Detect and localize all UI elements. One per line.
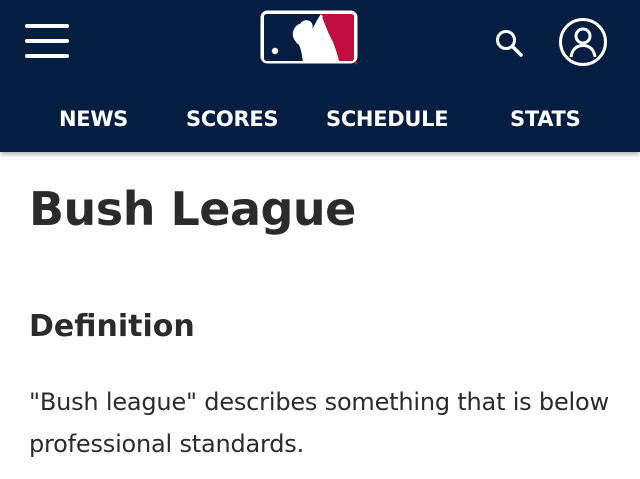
nav-item-news[interactable]: NEWS [59, 107, 128, 131]
definition-heading: Definition [29, 309, 195, 344]
nav-item-stats[interactable]: STATS [510, 107, 581, 131]
main-nav: NEWS SCORES SCHEDULE STATS [0, 100, 640, 144]
hamburger-menu-icon[interactable] [25, 22, 69, 60]
mlb-logo[interactable] [259, 9, 359, 65]
account-icon[interactable] [558, 17, 608, 67]
nav-item-scores[interactable]: SCORES [186, 107, 279, 131]
page-title: Bush League [29, 182, 356, 236]
nav-item-schedule[interactable]: SCHEDULE [326, 107, 449, 131]
site-header: NEWS SCORES SCHEDULE STATS [0, 0, 640, 152]
definition-text: "Bush league" describes something that i… [29, 388, 609, 458]
search-icon[interactable] [493, 27, 525, 59]
